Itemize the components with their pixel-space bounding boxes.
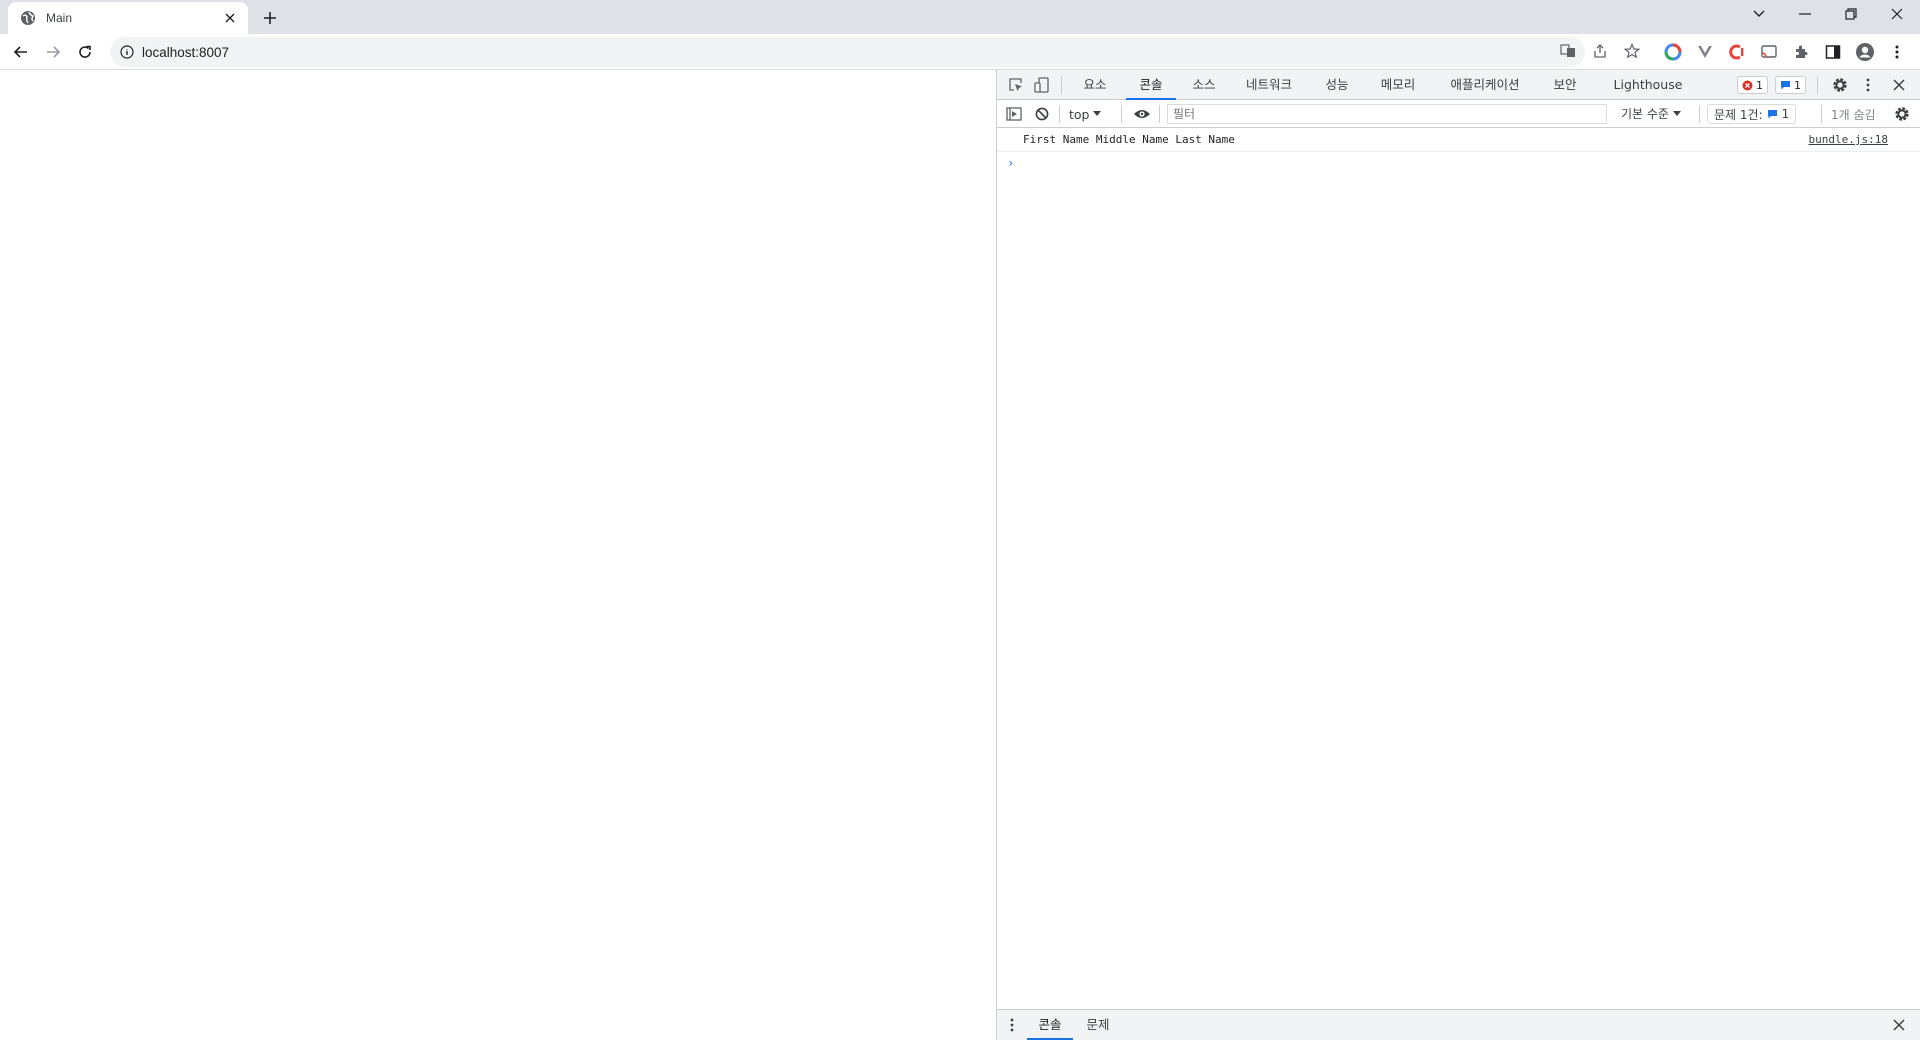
- extension-cast-icon[interactable]: [1756, 39, 1782, 65]
- tab-memory[interactable]: 메모리: [1369, 70, 1427, 100]
- chrome-menu-icon[interactable]: [1884, 39, 1910, 65]
- clear-console-icon[interactable]: [1031, 103, 1053, 125]
- extension-color-icon[interactable]: [1660, 39, 1686, 65]
- restore-icon[interactable]: [1828, 0, 1874, 28]
- side-panel-icon[interactable]: [1820, 39, 1846, 65]
- tab-console[interactable]: 콘솔: [1126, 70, 1176, 100]
- log-level-selector[interactable]: 기본 수준: [1621, 105, 1681, 122]
- extensions-puzzle-icon[interactable]: [1788, 39, 1814, 65]
- tab-network[interactable]: 네트워크: [1233, 70, 1305, 100]
- log-level-value: 기본 수준: [1621, 107, 1669, 121]
- separator: [1061, 76, 1062, 94]
- filter-input[interactable]: [1167, 104, 1607, 124]
- issues-label: 문제 1건:: [1714, 107, 1763, 122]
- tab-elements[interactable]: 요소: [1073, 70, 1117, 100]
- drawer-menu-icon[interactable]: [1001, 1014, 1023, 1036]
- reload-button[interactable]: [72, 39, 98, 65]
- separator: [1059, 105, 1060, 123]
- translate-icon[interactable]: [1556, 39, 1580, 63]
- separator: [1817, 76, 1818, 94]
- console-prompt[interactable]: ›: [997, 152, 1920, 174]
- close-window-icon[interactable]: [1874, 0, 1920, 28]
- hidden-messages-count: 1개 숨김: [1831, 108, 1876, 122]
- console-filter-bar: top 기본 수준 문제 1건: 1 1개 숨김: [997, 100, 1920, 128]
- device-toolbar-icon[interactable]: [1031, 74, 1053, 96]
- close-devtools-icon[interactable]: [1888, 74, 1910, 96]
- browser-tab[interactable]: Main: [8, 2, 248, 34]
- separator: [1159, 105, 1160, 123]
- tab-security[interactable]: 보안: [1543, 70, 1587, 100]
- minimize-icon[interactable]: [1782, 0, 1828, 28]
- page-content: [0, 70, 996, 1040]
- issue-message-icon: [1767, 109, 1778, 120]
- message-count: 1: [1794, 78, 1801, 92]
- issues-count: 1: [1781, 107, 1790, 121]
- tab-application[interactable]: 애플리케이션: [1437, 70, 1533, 100]
- forward-button[interactable]: [40, 39, 66, 65]
- bookmark-star-icon[interactable]: [1620, 39, 1644, 63]
- error-icon: [1742, 80, 1753, 91]
- extension-vue-icon[interactable]: [1692, 39, 1718, 65]
- devtools-drawer: 콘솔 문제: [997, 1009, 1920, 1040]
- dropdown-arrow-icon: [1093, 111, 1102, 117]
- address-bar[interactable]: localhost:8007: [110, 37, 1585, 67]
- back-button[interactable]: [8, 39, 34, 65]
- new-tab-button[interactable]: [258, 6, 282, 30]
- console-message-text: First Name Middle Name Last Name: [1023, 133, 1235, 146]
- extension-c-icon[interactable]: [1724, 39, 1750, 65]
- dropdown-arrow-icon: [1672, 110, 1681, 117]
- tab-lighthouse[interactable]: Lighthouse: [1603, 70, 1693, 100]
- tab-search-icon[interactable]: [1736, 0, 1782, 28]
- tab-performance[interactable]: 성능: [1315, 70, 1359, 100]
- close-drawer-icon[interactable]: [1888, 1014, 1910, 1036]
- devtools-tab-bar: 요소 콘솔 소스 네트워크 성능 메모리 애플리케이션 보안 Lighthous…: [997, 70, 1920, 100]
- inspect-element-icon[interactable]: [1005, 74, 1027, 96]
- drawer-tab-console[interactable]: 콘솔: [1027, 1010, 1073, 1040]
- globe-icon: [20, 10, 36, 26]
- issues-button[interactable]: 문제 1건: 1: [1707, 104, 1797, 124]
- info-icon[interactable]: [120, 45, 134, 59]
- separator: [1821, 105, 1822, 123]
- url-text: localhost:8007: [142, 44, 230, 60]
- share-icon[interactable]: [1588, 39, 1612, 63]
- context-value: top: [1069, 106, 1090, 122]
- context-selector[interactable]: top: [1069, 105, 1102, 123]
- console-output: First Name Middle Name Last Name bundle.…: [997, 128, 1920, 174]
- devtools-panel: 요소 콘솔 소스 네트워크 성능 메모리 애플리케이션 보안 Lighthous…: [996, 70, 1920, 1040]
- tab-sources[interactable]: 소스: [1182, 70, 1226, 100]
- tab-title: Main: [46, 11, 73, 25]
- close-tab-icon[interactable]: [220, 8, 240, 28]
- live-expression-eye-icon[interactable]: [1131, 103, 1153, 125]
- browser-toolbar: localhost:8007: [0, 34, 1920, 70]
- source-link[interactable]: bundle.js:18: [1809, 128, 1888, 152]
- console-settings-gear-icon[interactable]: [1891, 103, 1913, 125]
- separator: [1699, 105, 1700, 123]
- profile-avatar-icon[interactable]: [1852, 39, 1878, 65]
- sidebar-toggle-icon[interactable]: [1003, 103, 1025, 125]
- message-count-badge[interactable]: 1: [1775, 76, 1806, 94]
- tab-strip: Main: [0, 0, 1920, 34]
- separator: [1121, 105, 1122, 123]
- prompt-chevron-icon: ›: [1007, 156, 1015, 170]
- console-message: First Name Middle Name Last Name bundle.…: [997, 128, 1920, 152]
- message-icon: [1780, 80, 1791, 91]
- error-count-badge[interactable]: 1: [1737, 76, 1768, 94]
- devtools-menu-icon[interactable]: [1857, 74, 1879, 96]
- settings-gear-icon[interactable]: [1829, 74, 1851, 96]
- error-count: 1: [1756, 78, 1763, 92]
- drawer-tab-issues[interactable]: 문제: [1077, 1010, 1119, 1040]
